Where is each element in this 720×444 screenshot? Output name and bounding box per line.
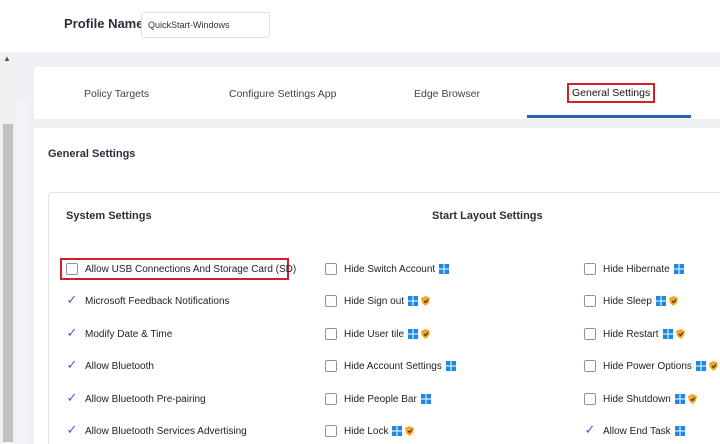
profile-name-label: Profile Name xyxy=(64,16,144,31)
checkbox[interactable] xyxy=(584,328,596,340)
scrollbar-thumb[interactable] xyxy=(3,124,13,442)
setting-row[interactable]: ✓ Allow End Task xyxy=(584,424,685,438)
setting-row[interactable]: ✓ Modify Date & Time xyxy=(66,327,175,341)
setting-row[interactable]: Hide Sign out xyxy=(325,294,431,308)
setting-row[interactable]: Hide People Bar xyxy=(325,392,431,406)
setting-label: Hide Restart xyxy=(603,328,659,340)
tab-policy-targets[interactable]: Policy Targets xyxy=(84,88,149,100)
shield-icon xyxy=(687,394,697,404)
setting-row[interactable]: Hide Shutdown xyxy=(584,392,697,406)
vertical-scrollbar[interactable]: ▲ xyxy=(0,52,16,444)
tab-configure-settings-app[interactable]: Configure Settings App xyxy=(229,88,336,100)
setting-row[interactable]: Hide Restart xyxy=(584,327,685,341)
setting-row[interactable]: ✓ Microsoft Feedback Notifications xyxy=(66,294,233,308)
tab-general-settings[interactable]: General Settings xyxy=(567,83,656,103)
tab-bar: Policy Targets Configure Settings App Ed… xyxy=(34,67,720,119)
checkbox[interactable] xyxy=(66,263,78,275)
checkbox[interactable] xyxy=(325,263,337,275)
setting-label: Allow Bluetooth xyxy=(85,360,154,372)
shield-icon xyxy=(675,329,685,339)
windows-icon xyxy=(673,264,684,274)
shield-icon xyxy=(405,426,415,436)
tab-edge-browser[interactable]: Edge Browser xyxy=(414,88,480,100)
setting-row[interactable]: Hide Hibernate xyxy=(584,262,684,276)
setting-row[interactable]: Hide Lock xyxy=(325,424,415,438)
setting-row[interactable]: ✓ Allow Bluetooth xyxy=(66,359,157,373)
setting-row[interactable]: Hide Account Settings xyxy=(325,359,456,373)
setting-row[interactable]: Hide Power Options xyxy=(584,359,718,373)
setting-label: Allow Bluetooth Services Advertising xyxy=(85,425,247,437)
setting-label: Hide Sleep xyxy=(603,295,652,307)
scroll-up-arrow-icon[interactable]: ▲ xyxy=(3,54,11,64)
setting-label: Hide Sign out xyxy=(344,295,405,307)
setting-label: Hide User tile xyxy=(344,328,405,340)
setting-label: Allow USB Connections And Storage Card (… xyxy=(85,263,297,275)
shield-icon xyxy=(668,296,678,306)
checkbox[interactable] xyxy=(325,425,337,437)
start-layout-settings-title: Start Layout Settings xyxy=(432,210,543,222)
windows-icon xyxy=(674,426,685,436)
windows-icon xyxy=(439,264,450,274)
setting-label: Hide People Bar xyxy=(344,393,417,405)
setting-label: Hide Lock xyxy=(344,425,389,437)
setting-row[interactable]: Hide Sleep xyxy=(584,294,678,308)
setting-row[interactable]: ✓ Allow Bluetooth Services Advertising xyxy=(66,424,250,438)
windows-icon xyxy=(445,361,456,371)
setting-row[interactable]: ✓ Allow Bluetooth Pre-pairing xyxy=(66,392,209,406)
shield-icon xyxy=(708,361,718,371)
settings-card: System Settings Start Layout Settings Al… xyxy=(48,192,720,444)
checkbox[interactable] xyxy=(584,295,596,307)
windows-icon xyxy=(408,329,419,339)
checkmark-icon[interactable]: ✓ xyxy=(66,359,78,372)
section-title: General Settings xyxy=(48,148,136,160)
windows-icon xyxy=(674,394,685,404)
checkbox[interactable] xyxy=(325,328,337,340)
left-panel-edge xyxy=(16,100,28,444)
active-tab-indicator xyxy=(527,115,691,118)
checkmark-icon[interactable]: ✓ xyxy=(66,392,78,405)
checkbox[interactable] xyxy=(584,393,596,405)
checkmark-icon[interactable]: ✓ xyxy=(66,424,78,437)
setting-row[interactable]: Allow USB Connections And Storage Card (… xyxy=(66,262,299,276)
setting-label: Hide Power Options xyxy=(603,360,692,372)
checkmark-icon[interactable]: ✓ xyxy=(66,327,78,340)
profile-name-input[interactable] xyxy=(141,12,270,38)
system-settings-title: System Settings xyxy=(66,210,152,222)
checkmark-icon[interactable]: ✓ xyxy=(66,294,78,307)
setting-label: Hide Account Settings xyxy=(344,360,442,372)
setting-label: Allow Bluetooth Pre-pairing xyxy=(85,393,206,405)
general-settings-panel: General Settings System Settings Start L… xyxy=(34,128,720,444)
checkbox[interactable] xyxy=(584,263,596,275)
setting-row[interactable]: Hide Switch Account xyxy=(325,262,450,276)
checkmark-icon[interactable]: ✓ xyxy=(584,424,596,437)
setting-label: Hide Shutdown xyxy=(603,393,671,405)
setting-row[interactable]: Hide User tile xyxy=(325,327,431,341)
checkbox[interactable] xyxy=(584,360,596,372)
windows-icon xyxy=(662,329,673,339)
checkbox[interactable] xyxy=(325,360,337,372)
setting-label: Modify Date & Time xyxy=(85,328,173,340)
shield-icon xyxy=(421,329,431,339)
windows-icon xyxy=(420,394,431,404)
checkbox[interactable] xyxy=(325,295,337,307)
windows-icon xyxy=(408,296,419,306)
profile-header: Profile Name xyxy=(0,0,720,52)
checkbox[interactable] xyxy=(325,393,337,405)
windows-icon xyxy=(392,426,403,436)
windows-icon xyxy=(655,296,666,306)
setting-label: Hide Switch Account xyxy=(344,263,436,275)
windows-icon xyxy=(695,361,706,371)
setting-label: Hide Hibernate xyxy=(603,263,670,275)
setting-label: Microsoft Feedback Notifications xyxy=(85,295,230,307)
shield-icon xyxy=(421,296,431,306)
setting-label: Allow End Task xyxy=(603,425,671,437)
